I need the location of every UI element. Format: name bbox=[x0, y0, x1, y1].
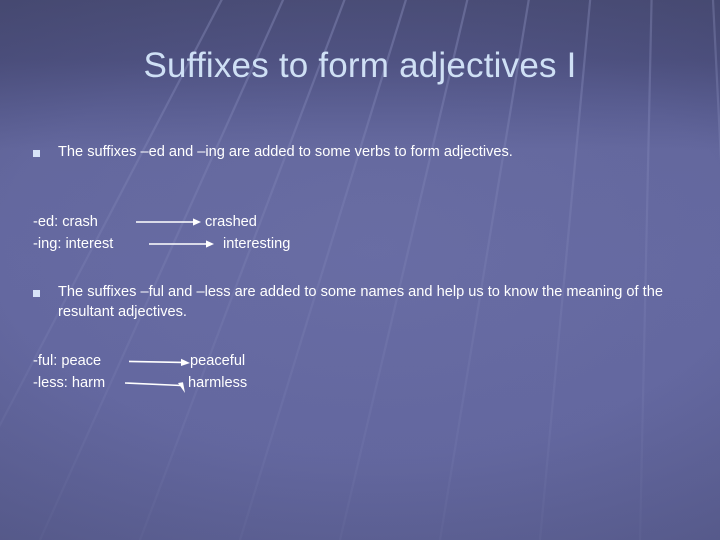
slide: Suffixes to form adjectives I The suffix… bbox=[0, 0, 720, 540]
bullet-item: The suffixes –ful and –less are added to… bbox=[33, 283, 693, 322]
square-bullet-icon bbox=[33, 290, 47, 297]
bullet-text: The suffixes –ful and –less are added to… bbox=[58, 284, 663, 320]
example-result-word: interesting bbox=[223, 236, 291, 252]
example-result-word: peaceful bbox=[190, 353, 246, 369]
example-base-word: -ing: interest bbox=[33, 236, 114, 252]
example-base-word: -less: harm bbox=[33, 375, 106, 391]
example-result-word: harmless bbox=[188, 375, 248, 391]
bullet-text: The suffixes –ed and –ing are added to s… bbox=[58, 144, 513, 160]
right-arrow-icon bbox=[149, 239, 215, 249]
slide-body: The suffixes –ed and –ing are added to s… bbox=[0, 0, 720, 540]
right-arrow-icon bbox=[129, 356, 191, 368]
example-base-word: -ed: crash bbox=[33, 214, 98, 230]
right-arrow-down-icon bbox=[125, 375, 187, 395]
example-base-word: -ful: peace bbox=[33, 353, 102, 369]
square-bullet-icon bbox=[33, 150, 47, 157]
bullet-item: The suffixes –ed and –ing are added to s… bbox=[33, 143, 613, 163]
example-result-word: crashed bbox=[205, 214, 257, 230]
right-arrow-icon bbox=[136, 217, 202, 227]
